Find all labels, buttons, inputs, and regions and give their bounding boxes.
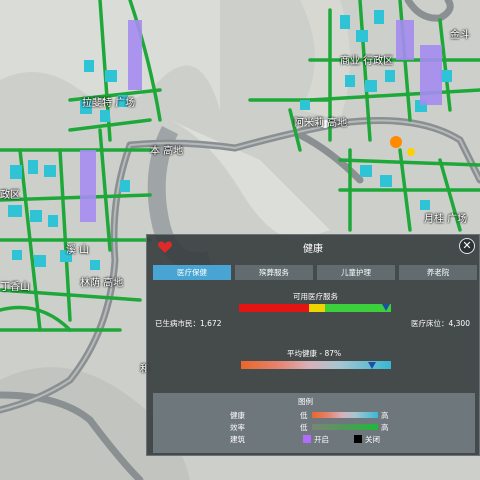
legend-health-low: 低 (300, 411, 308, 420)
map-label-moon-square: 月桂 广场 (424, 214, 468, 225)
map-label-amiri-heights: 阿米莉 高地 (294, 118, 348, 129)
available-healthcare-marker (382, 304, 391, 311)
panel-tabs: 医疗保健 殡葬服务 儿童护理 养老院 (153, 265, 477, 280)
tab-childcare[interactable]: 儿童护理 (317, 265, 395, 280)
map-label-heights: 本 高地 (150, 146, 184, 157)
healthcare-beds-label: 医疗床位：4,300 (411, 319, 470, 328)
health-info-panel: 健康 ✕ 医疗保健 殡葬服务 儿童护理 养老院 可用医疗服务 已生病市民：1,6… (146, 234, 480, 456)
map-label-downtown: 商业 行政区 (340, 56, 394, 67)
map-label-mountain: 溪 山 (66, 245, 90, 256)
map-label-forest-heights: 林荫 高地 (80, 278, 124, 289)
panel-title: 健康 (303, 244, 323, 255)
close-icon[interactable]: ✕ (459, 238, 475, 254)
legend-on-swatch (303, 435, 311, 443)
tab-healthcare[interactable]: 医疗保健 (153, 265, 231, 280)
map-label-east: 金斗 (450, 30, 470, 41)
legend-efficiency-gradient (312, 424, 378, 430)
legend-health-gradient (312, 412, 378, 418)
legend-off-label: 关闭 (365, 435, 380, 444)
legend-efficiency-high: 高 (381, 423, 389, 432)
legend-title: 图例 (298, 397, 313, 406)
healthcare-beds-value: 4,300 (448, 319, 470, 328)
panel-header[interactable]: 健康 ✕ (147, 235, 479, 261)
sick-citizens-label: 已生病市民：1,672 (155, 319, 222, 328)
available-healthcare-label: 可用医疗服务 (293, 292, 338, 301)
available-healthcare-bar (239, 304, 391, 312)
average-health-marker (367, 362, 376, 369)
map-label-west-district: 政区 (0, 190, 20, 201)
legend-on-label: 开启 (314, 435, 329, 444)
tab-deathcare[interactable]: 殡葬服务 (235, 265, 313, 280)
map-label-lafayette: 拉斐特 广场 (82, 98, 136, 109)
average-health-label: 平均健康 - 87% (287, 349, 342, 358)
legend-health-label: 健康 (230, 411, 245, 420)
map-label-dingxiang-mountain: 丁香山 (0, 282, 30, 293)
legend-off-swatch (354, 435, 362, 443)
sick-citizens-value: 1,672 (200, 319, 222, 328)
legend-building-label: 建筑 (230, 435, 245, 444)
legend-box: 图例 健康 低 高 效率 低 高 建筑 开启 关闭 (153, 393, 475, 453)
legend-efficiency-label: 效率 (230, 423, 245, 432)
tab-eldercare[interactable]: 养老院 (399, 265, 477, 280)
legend-efficiency-low: 低 (300, 423, 308, 432)
legend-health-high: 高 (381, 411, 389, 420)
